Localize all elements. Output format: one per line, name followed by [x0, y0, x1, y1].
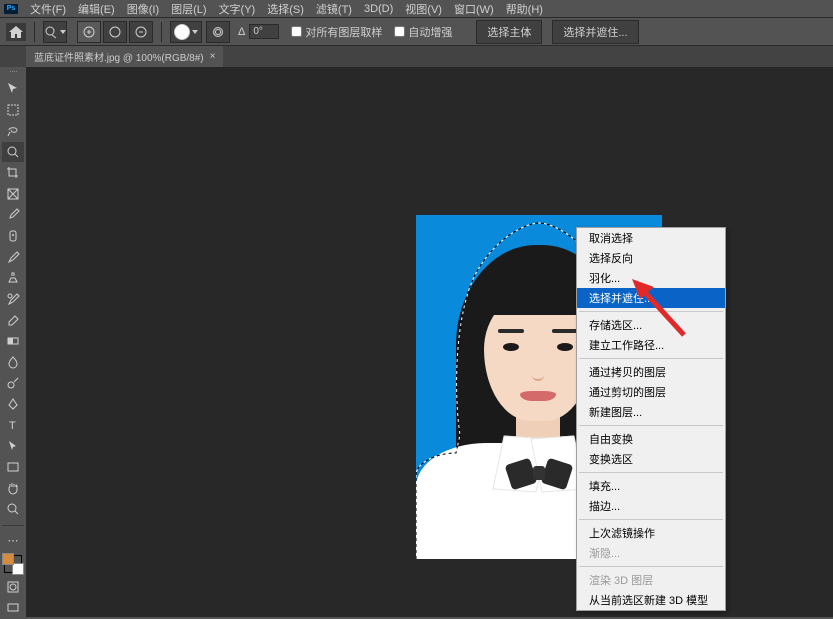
menu-layer[interactable]: 图层(L) [165, 0, 212, 19]
context-menu: 取消选择选择反向羽化...选择并遮住... 存储选区...建立工作路径... 通过拷… [576, 227, 726, 611]
context-menu-item[interactable]: 通过剪切的图层 [577, 382, 725, 402]
context-menu-separator [579, 566, 723, 567]
home-icon [9, 26, 23, 38]
context-menu-separator [579, 311, 723, 312]
context-menu-item[interactable]: 新建图层... [577, 402, 725, 422]
tools-panel: T ⋯ [0, 67, 26, 619]
clone-stamp-tool[interactable] [2, 268, 24, 288]
rectangle-tool[interactable] [2, 457, 24, 477]
home-button[interactable] [6, 23, 26, 41]
dodge-tool[interactable] [2, 373, 24, 393]
menu-image[interactable]: 图像(I) [121, 0, 165, 19]
subtract-from-selection[interactable] [129, 21, 153, 43]
lasso-tool[interactable] [2, 121, 24, 141]
context-menu-item[interactable]: 羽化... [577, 268, 725, 288]
history-brush-tool[interactable] [2, 289, 24, 309]
eraser-tool[interactable] [2, 310, 24, 330]
context-menu-item[interactable]: 填充... [577, 476, 725, 496]
brush-preview-icon [174, 24, 190, 40]
panel-grip[interactable] [0, 71, 26, 75]
context-menu-item[interactable]: 变换选区 [577, 449, 725, 469]
crop-tool[interactable] [2, 163, 24, 183]
edit-toolbar-button[interactable]: ⋯ [2, 530, 24, 550]
color-swatch[interactable] [4, 555, 22, 573]
add-to-selection[interactable] [77, 21, 101, 43]
app-icon: Ps [4, 4, 18, 14]
context-menu-item[interactable]: 选择反向 [577, 248, 725, 268]
hand-tool[interactable] [2, 478, 24, 498]
brush-plus-icon [82, 25, 96, 39]
brush-icon [108, 25, 122, 39]
context-menu-separator [579, 472, 723, 473]
sample-all-layers-checkbox[interactable] [291, 26, 302, 37]
zoom-tool[interactable] [2, 499, 24, 519]
svg-text:T: T [9, 420, 16, 432]
blur-tool[interactable] [2, 352, 24, 372]
close-tab-button[interactable]: × [210, 51, 216, 62]
brush-tool[interactable] [2, 247, 24, 267]
select-subject-button[interactable]: 选择主体 [476, 20, 542, 44]
select-and-mask-button[interactable]: 选择并遮住... [552, 20, 638, 44]
quick-select-icon [44, 25, 58, 39]
angle-input[interactable] [249, 24, 279, 39]
options-bar: Δ 对所有图层取样 自动增强 选择主体 选择并遮住... [0, 18, 833, 46]
move-tool[interactable] [2, 79, 24, 99]
menu-window[interactable]: 窗口(W) [448, 0, 500, 19]
brush-settings[interactable] [206, 21, 230, 43]
auto-enhance-label: 自动增强 [408, 24, 452, 40]
pen-tool[interactable] [2, 394, 24, 414]
gradient-tool[interactable] [2, 331, 24, 351]
context-menu-separator [579, 519, 723, 520]
menu-view[interactable]: 视图(V) [399, 0, 448, 19]
context-menu-item: 渐隐... [577, 543, 725, 563]
context-menu-item[interactable]: 从当前选区新建 3D 模型 [577, 590, 725, 610]
healing-brush-tool[interactable] [2, 226, 24, 246]
menu-3d[interactable]: 3D(D) [358, 1, 399, 17]
angle-label: Δ [238, 26, 245, 38]
quick-select-tool[interactable] [2, 142, 24, 162]
screen-mode-toggle[interactable] [2, 598, 24, 618]
document-tab-title: 蓝底证件照素材.jpg @ 100%(RGB/8#) [34, 49, 204, 64]
context-menu-item[interactable]: 取消选择 [577, 228, 725, 248]
auto-enhance-checkbox[interactable] [394, 26, 405, 37]
context-menu-separator [579, 425, 723, 426]
menu-type[interactable]: 文字(Y) [213, 0, 262, 19]
brush-minus-icon [134, 25, 148, 39]
tab-bar: 蓝底证件照素材.jpg @ 100%(RGB/8#) × [0, 46, 833, 67]
sample-all-layers-label: 对所有图层取样 [305, 24, 382, 40]
menu-filter[interactable]: 滤镜(T) [310, 0, 358, 19]
gear-icon [215, 29, 221, 35]
new-selection[interactable] [103, 21, 127, 43]
context-menu-item[interactable]: 选择并遮住... [577, 288, 725, 308]
context-menu-item: 渲染 3D 图层 [577, 570, 725, 590]
foreground-color[interactable] [2, 553, 14, 565]
menu-bar: Ps 文件(F) 编辑(E) 图像(I) 图层(L) 文字(Y) 选择(S) 滤… [0, 0, 833, 18]
current-tool-preset[interactable] [43, 21, 67, 43]
frame-tool[interactable] [2, 184, 24, 204]
context-menu-separator [579, 358, 723, 359]
canvas-area[interactable]: 取消选择选择反向羽化...选择并遮住... 存储选区...建立工作路径... 通过拷… [26, 67, 833, 617]
brush-picker[interactable] [170, 21, 202, 43]
context-menu-item[interactable]: 通过拷贝的图层 [577, 362, 725, 382]
menu-edit[interactable]: 编辑(E) [72, 0, 121, 19]
document-tab[interactable]: 蓝底证件照素材.jpg @ 100%(RGB/8#) × [26, 45, 223, 67]
rect-marquee-tool[interactable] [2, 100, 24, 120]
context-menu-item[interactable]: 上次滤镜操作 [577, 523, 725, 543]
path-select-tool[interactable] [2, 436, 24, 456]
context-menu-item[interactable]: 存储选区... [577, 315, 725, 335]
quick-mask-toggle[interactable] [2, 577, 24, 597]
menu-help[interactable]: 帮助(H) [500, 0, 549, 19]
context-menu-item[interactable]: 自由变换 [577, 429, 725, 449]
eyedropper-tool[interactable] [2, 205, 24, 225]
type-tool[interactable]: T [2, 415, 24, 435]
context-menu-item[interactable]: 建立工作路径... [577, 335, 725, 355]
menu-file[interactable]: 文件(F) [24, 0, 72, 19]
menu-select[interactable]: 选择(S) [261, 0, 310, 19]
context-menu-item[interactable]: 描边... [577, 496, 725, 516]
